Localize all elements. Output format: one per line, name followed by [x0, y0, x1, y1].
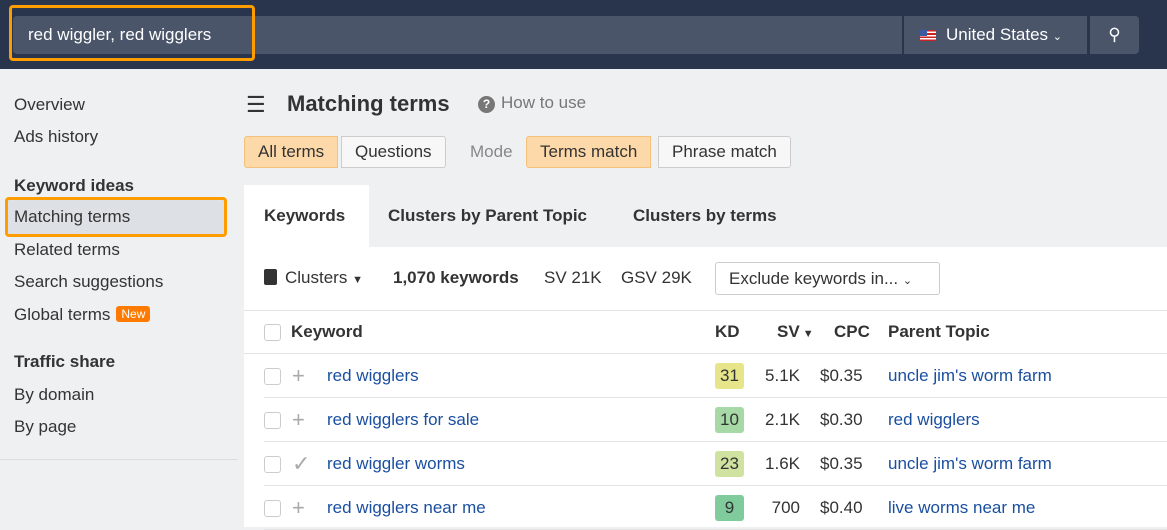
sort-desc-icon: ▼	[799, 328, 814, 340]
tab-clusters-terms[interactable]: Clusters by terms	[613, 185, 797, 247]
highlight-box	[5, 197, 227, 237]
kd-badge: 31	[715, 363, 744, 389]
keyword-count: 1,070 keywords	[393, 268, 519, 287]
col-keyword[interactable]: Keyword	[291, 310, 363, 354]
exclude-keywords-dropdown[interactable]: Exclude keywords in... ⌄	[715, 262, 940, 295]
keyword-link[interactable]: red wigglers for sale	[327, 398, 479, 442]
menu-icon[interactable]: ☰	[246, 92, 266, 118]
label: Clusters	[285, 268, 348, 287]
label: Exclude keywords in...	[729, 269, 899, 288]
row-checkbox[interactable]	[264, 500, 281, 517]
keyword-link[interactable]: red wigglers near me	[327, 486, 486, 530]
us-flag-icon	[920, 30, 936, 41]
keyword-link[interactable]: red wigglers	[327, 354, 419, 398]
new-badge: New	[116, 306, 151, 322]
sidebar-item-by-page[interactable]: By page	[14, 417, 76, 437]
phrase-match-button[interactable]: Phrase match	[658, 136, 791, 168]
sv-value: 2.1K	[765, 410, 800, 429]
sv-total: SV 21K	[544, 268, 602, 287]
table-header: Keyword KD SV ▼ CPC Parent Topic	[244, 310, 1167, 354]
sidebar-heading-traffic-share: Traffic share	[14, 352, 116, 371]
select-all-checkbox[interactable]	[264, 324, 281, 341]
sidebar-item-ads-history[interactable]: Ads history	[14, 127, 98, 147]
help-icon: ?	[478, 96, 495, 113]
clusters-dropdown[interactable]: Clusters ▼	[264, 268, 363, 288]
kd-badge: 10	[715, 407, 744, 433]
table-row: ✓ red wiggler worms 23 1.6K $0.35 uncle …	[264, 442, 1167, 486]
sidebar-heading-keyword-ideas: Keyword ideas	[14, 176, 134, 195]
cpc-value: $0.35	[820, 454, 863, 473]
kd-badge: 23	[715, 451, 744, 477]
country-select[interactable]: United States ⌄	[904, 16, 1087, 54]
row-checkbox[interactable]	[264, 412, 281, 429]
mode-label: Mode	[470, 142, 513, 161]
kd-badge: 9	[715, 495, 744, 521]
chevron-down-icon: ⌄	[1052, 31, 1063, 43]
tab-clusters-parent-topic[interactable]: Clusters by Parent Topic	[368, 185, 607, 247]
col-cpc[interactable]: CPC	[834, 310, 870, 354]
sv-value: 1.6K	[765, 454, 800, 473]
sidebar-item-related-terms[interactable]: Related terms	[14, 240, 120, 260]
cpc-value: $0.35	[820, 366, 863, 385]
sidebar-item-global-terms[interactable]: Global terms New	[14, 305, 151, 325]
add-icon[interactable]: +	[292, 486, 305, 530]
divider	[0, 459, 238, 460]
chevron-down-icon: ⌄	[902, 275, 913, 287]
label: How to use	[501, 93, 587, 112]
parent-topic-link[interactable]: uncle jim's worm farm	[888, 354, 1052, 398]
sv-value: 700	[771, 498, 800, 517]
all-terms-button[interactable]: All terms	[244, 136, 339, 168]
cpc-value: $0.40	[820, 498, 863, 517]
table-row: + red wigglers for sale 10 2.1K $0.30 re…	[264, 398, 1167, 442]
sidebar: Overview Ads history Keyword ideas Match…	[0, 69, 238, 527]
how-to-use-link[interactable]: ? How to use	[478, 93, 586, 113]
col-parent-topic[interactable]: Parent Topic	[888, 310, 990, 354]
row-checkbox[interactable]	[264, 456, 281, 473]
gsv-total: GSV 29K	[621, 268, 692, 287]
keyword-link[interactable]: red wiggler worms	[327, 442, 465, 486]
caret-down-icon: ▼	[352, 274, 363, 286]
label: SV	[777, 322, 800, 341]
add-icon[interactable]: +	[292, 354, 305, 398]
tab-keywords[interactable]: Keywords	[244, 185, 366, 247]
col-sv[interactable]: SV ▼	[777, 310, 814, 356]
table-row: + red wigglers 31 5.1K $0.35 uncle jim's…	[264, 354, 1167, 398]
table-row: + red wigglers near me 9 700 $0.40 live …	[264, 486, 1167, 530]
country-label: United States	[946, 25, 1049, 44]
terms-match-button[interactable]: Terms match	[526, 136, 652, 168]
sv-value: 5.1K	[765, 366, 800, 385]
top-bar: red wiggler, red wigglers United States …	[0, 0, 1167, 69]
parent-topic-link[interactable]: uncle jim's worm farm	[888, 442, 1052, 486]
search-button[interactable]: ⚲	[1090, 16, 1139, 54]
search-icon: ⚲	[1108, 25, 1121, 44]
page-title: Matching terms	[287, 91, 450, 116]
book-icon	[264, 269, 277, 285]
questions-button[interactable]: Questions	[341, 136, 446, 168]
sidebar-item-overview[interactable]: Overview	[14, 95, 85, 115]
highlight-box	[9, 5, 255, 61]
sidebar-item-search-suggestions[interactable]: Search suggestions	[14, 272, 163, 292]
sidebar-item-by-domain[interactable]: By domain	[14, 385, 94, 405]
add-icon[interactable]: +	[292, 398, 305, 442]
check-icon[interactable]: ✓	[292, 442, 310, 486]
cpc-value: $0.30	[820, 410, 863, 429]
row-checkbox[interactable]	[264, 368, 281, 385]
label: Global terms	[14, 305, 111, 324]
parent-topic-link[interactable]: live worms near me	[888, 486, 1035, 530]
parent-topic-link[interactable]: red wigglers	[888, 398, 980, 442]
col-kd[interactable]: KD	[715, 310, 740, 354]
